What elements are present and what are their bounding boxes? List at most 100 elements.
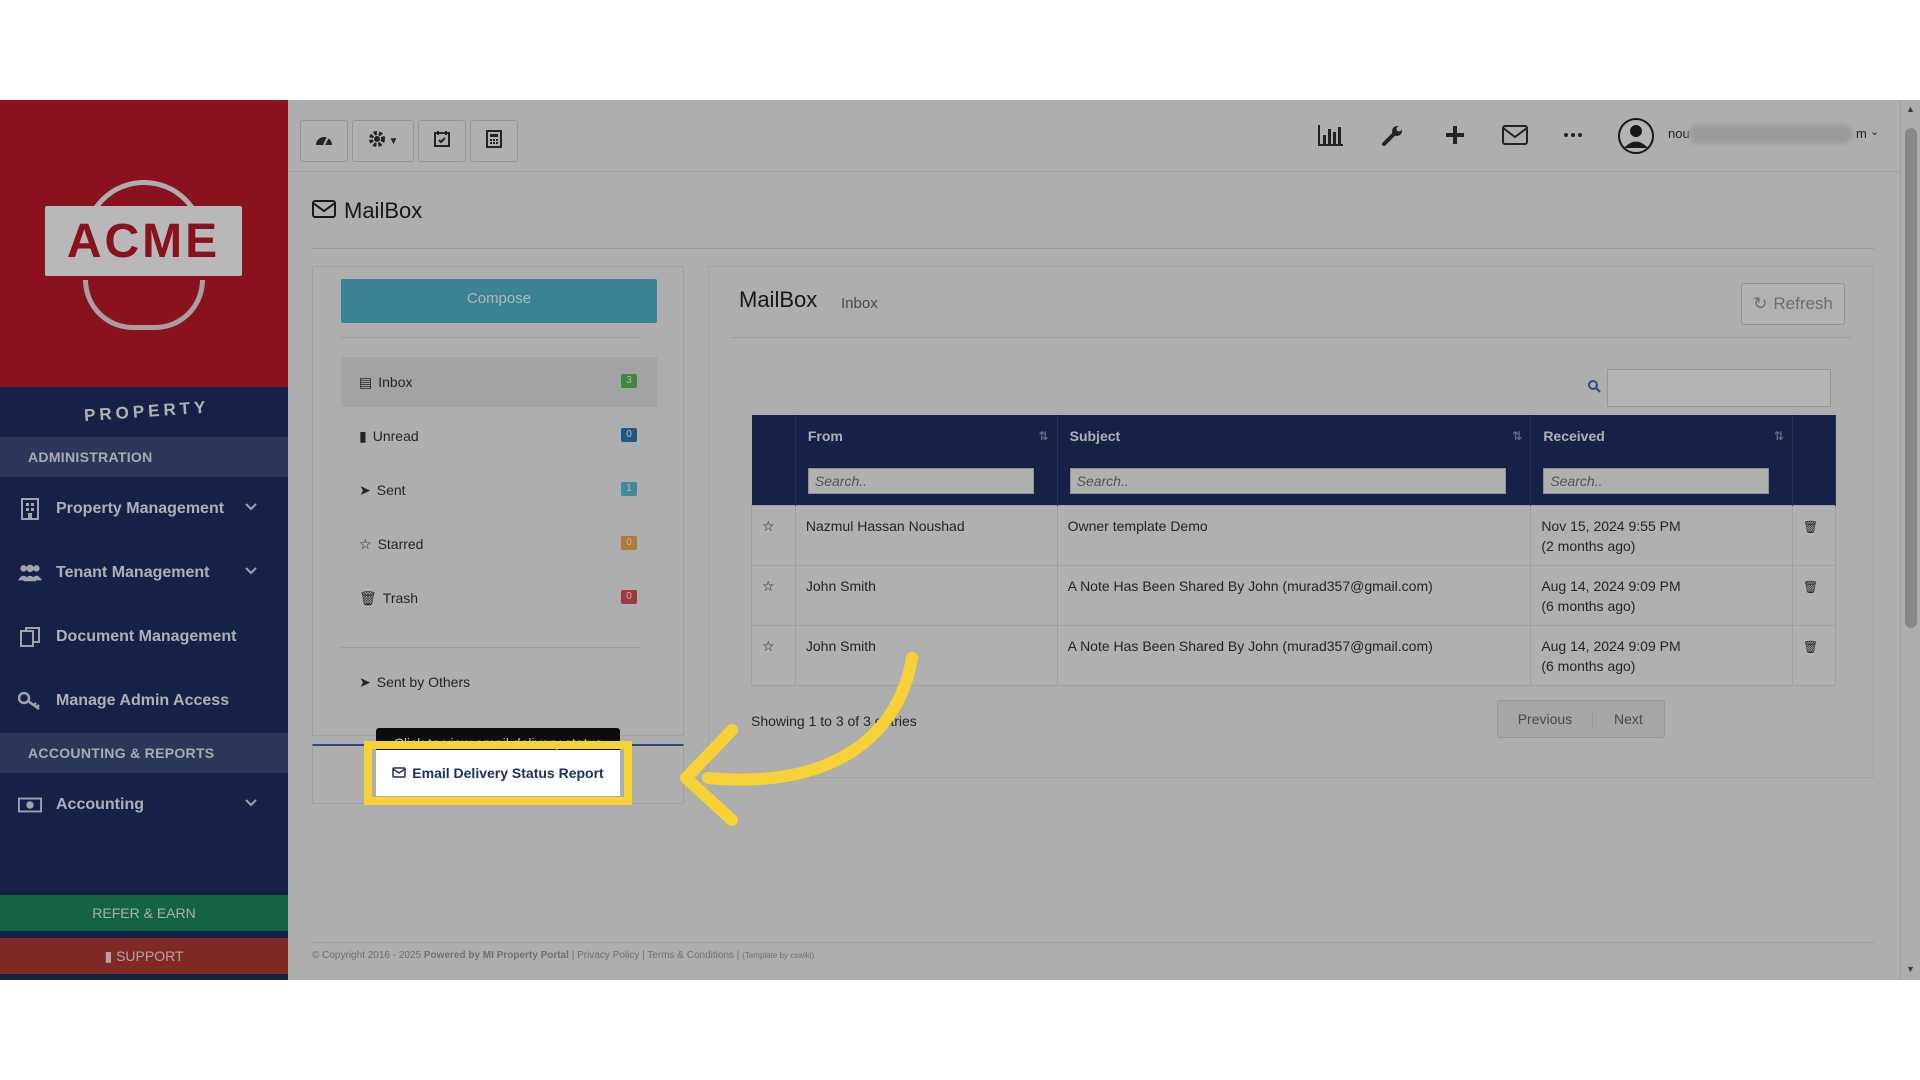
sidebar-item-label: Accounting bbox=[56, 796, 144, 813]
user-name[interactable]: nou bbox=[1668, 126, 1690, 141]
envelope-icon[interactable] bbox=[1498, 118, 1532, 152]
delete-cell[interactable]: 🗑 bbox=[1792, 504, 1836, 566]
folder-starred[interactable]: ☆ Starred 0 bbox=[341, 519, 657, 569]
subject-cell[interactable]: A Note Has Been Shared By John (murad357… bbox=[1056, 564, 1532, 626]
count-badge: 0 bbox=[621, 428, 637, 442]
table-row[interactable]: ☆ John Smith A Note Has Been Shared By J… bbox=[751, 564, 1836, 626]
search-icon bbox=[1587, 379, 1601, 398]
sidebar-item-accounting[interactable]: Accounting bbox=[0, 773, 288, 837]
sort-icon: ⇅ bbox=[1773, 429, 1785, 443]
divider bbox=[731, 337, 1851, 338]
support-button[interactable]: ▮ SUPPORT bbox=[0, 938, 288, 974]
footer-powered[interactable]: Powered by MI Property Portal bbox=[424, 950, 569, 961]
scrollbar-thumb[interactable] bbox=[1905, 128, 1917, 628]
annotation-arrow bbox=[680, 652, 918, 826]
search-subject-input[interactable] bbox=[1069, 467, 1506, 494]
dashboard-icon bbox=[314, 131, 334, 152]
from-cell[interactable]: John Smith bbox=[794, 564, 1058, 626]
sidebar-item-tenant-management[interactable]: Tenant Management bbox=[0, 541, 288, 605]
mailbox-subtitle: Inbox bbox=[841, 295, 878, 312]
star-icon[interactable]: ☆ bbox=[762, 518, 775, 534]
star-cell[interactable]: ☆ bbox=[751, 504, 796, 566]
delete-cell[interactable]: 🗑 bbox=[1792, 624, 1836, 686]
sidebar-item-label: Document Management bbox=[56, 628, 237, 645]
scroll-up-icon[interactable]: ▲ bbox=[1906, 104, 1915, 114]
folder-unread[interactable]: ▮ Unread 0 bbox=[341, 411, 657, 461]
received-relative: (6 months ago) bbox=[1541, 597, 1636, 614]
calendar-button[interactable] bbox=[418, 120, 466, 162]
documents-icon bbox=[18, 625, 42, 649]
user-name-redaction bbox=[1688, 124, 1853, 144]
folder-label: Trash bbox=[382, 590, 419, 606]
folder-inbox[interactable]: ▤ Inbox 3 bbox=[341, 357, 657, 407]
footer-links[interactable]: | Privacy Policy | Terms & Conditions | bbox=[572, 950, 740, 961]
search-from-input[interactable] bbox=[807, 467, 1034, 494]
calculator-button[interactable] bbox=[470, 120, 518, 162]
user-menu-chevron-icon[interactable]: ⌄ bbox=[1870, 125, 1879, 138]
table-row[interactable]: ☆ Nazmul Hassan Noushad Owner template D… bbox=[751, 504, 1836, 566]
refer-earn-button[interactable]: REFER & EARN bbox=[0, 895, 288, 931]
header-subject[interactable]: Subject ⇅ bbox=[1057, 415, 1532, 457]
logo-ring-bottom bbox=[83, 280, 205, 330]
folder-sent[interactable]: ➤ Sent 1 bbox=[341, 465, 657, 515]
delete-cell[interactable]: 🗑 bbox=[1792, 564, 1836, 626]
trash-icon[interactable]: 🗑 bbox=[1803, 520, 1818, 534]
inbox-icon: ▤ bbox=[359, 373, 373, 390]
received-cell: Nov 15, 2024 9:55 PM (2 months ago) bbox=[1530, 504, 1794, 566]
search-cell bbox=[1057, 457, 1532, 505]
logo-text: ACME bbox=[66, 214, 221, 268]
star-icon[interactable]: ☆ bbox=[762, 578, 775, 594]
vertical-scrollbar[interactable]: ▲ ▼ bbox=[1900, 100, 1920, 980]
trash-icon[interactable]: 🗑 bbox=[1803, 580, 1818, 594]
subject-cell[interactable]: Owner template Demo bbox=[1056, 504, 1532, 566]
search-received-input[interactable] bbox=[1543, 467, 1770, 494]
bar-chart-icon[interactable] bbox=[1314, 118, 1348, 152]
sidebar-item-document-management[interactable]: Document Management bbox=[0, 605, 288, 669]
previous-button[interactable]: Previous bbox=[1498, 711, 1593, 727]
sidebar-item-manage-admin-access[interactable]: Manage Admin Access bbox=[0, 669, 288, 733]
next-button[interactable]: Next bbox=[1593, 711, 1664, 727]
compose-button[interactable]: Compose bbox=[341, 279, 657, 323]
calendar-check-icon bbox=[433, 130, 451, 153]
settings-dropdown[interactable]: ▼ bbox=[352, 120, 414, 162]
plus-icon[interactable] bbox=[1438, 118, 1472, 152]
received-relative: (2 months ago) bbox=[1541, 537, 1636, 554]
envelope-icon bbox=[312, 198, 336, 224]
envelope-icon bbox=[392, 765, 407, 781]
logo[interactable]: ACME bbox=[0, 100, 288, 387]
table-header-row: From ⇅ Subject ⇅ Received ⇅ bbox=[751, 415, 1836, 457]
star-cell[interactable]: ☆ bbox=[751, 564, 796, 626]
header-received[interactable]: Received ⇅ bbox=[1530, 415, 1794, 457]
subject-cell[interactable]: A Note Has Been Shared By John (murad357… bbox=[1056, 624, 1532, 686]
folder-label: Sent by Others bbox=[376, 674, 471, 690]
users-icon bbox=[18, 561, 42, 585]
sidebar-item-label: Property Management bbox=[56, 500, 225, 517]
header-from[interactable]: From ⇅ bbox=[795, 415, 1058, 457]
main-content: MailBox Compose ▤ Inbox 3 ▮ Unread 0 ➤ S… bbox=[288, 172, 1900, 980]
refresh-button[interactable]: ↻ Refresh bbox=[1741, 283, 1845, 325]
footer-note: (Template by cswiki) bbox=[742, 951, 815, 960]
dashboard-button[interactable] bbox=[300, 120, 348, 162]
send-icon: ➤ bbox=[359, 481, 371, 498]
book-icon: ▮ bbox=[359, 427, 367, 444]
avatar[interactable] bbox=[1616, 116, 1656, 156]
more-icon[interactable] bbox=[1556, 118, 1590, 152]
scroll-down-icon[interactable]: ▼ bbox=[1906, 964, 1915, 974]
divider bbox=[312, 248, 1874, 249]
send-icon: ➤ bbox=[359, 673, 371, 690]
folder-sent-by-others[interactable]: ➤ Sent by Others bbox=[341, 657, 657, 707]
gear-icon bbox=[368, 130, 386, 153]
sidebar-item-property-management[interactable]: Property Management bbox=[0, 477, 288, 541]
logo-box: ACME bbox=[45, 206, 242, 276]
email-delivery-status-report-button[interactable]: Email Delivery Status Report bbox=[376, 750, 620, 796]
folder-label: Inbox bbox=[378, 374, 413, 390]
folder-label: Starred bbox=[377, 536, 424, 552]
trash-icon[interactable]: 🗑 bbox=[1803, 640, 1818, 654]
table-search-input[interactable] bbox=[1607, 369, 1831, 407]
folder-trash[interactable]: 🗑 Trash 0 bbox=[341, 573, 657, 623]
sidebar-item-label: Tenant Management bbox=[56, 564, 210, 581]
wrench-icon[interactable] bbox=[1376, 118, 1410, 152]
from-cell[interactable]: Nazmul Hassan Noushad bbox=[794, 504, 1058, 566]
page-title: MailBox bbox=[312, 198, 422, 224]
book-icon: ▮ bbox=[104, 948, 113, 964]
